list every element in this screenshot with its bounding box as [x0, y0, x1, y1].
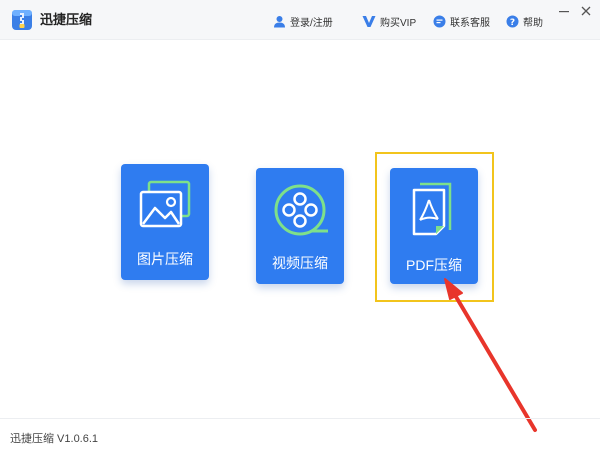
minimize-icon[interactable]	[556, 3, 572, 19]
help-label: 帮助	[523, 17, 543, 29]
contact-service-link[interactable]: 联系客服	[433, 13, 490, 29]
login-register-label: 登录/注册	[290, 17, 333, 29]
buy-vip-link[interactable]: 购买VIP	[362, 13, 416, 29]
close-icon[interactable]	[578, 3, 594, 19]
buy-vip-label: 购买VIP	[380, 17, 417, 29]
image-icon	[139, 180, 191, 228]
film-reel-icon	[274, 184, 328, 236]
user-icon	[274, 15, 285, 27]
image-compress-label: 图片压缩	[137, 251, 193, 267]
pdf-compress-card[interactable]: PDF压缩	[390, 168, 478, 284]
login-register-link[interactable]: 登录/注册	[273, 13, 333, 29]
app-window: 迅捷压缩 登录/注册 购买VIP 联系客服 ? 帮助 图片压缩 视频压缩 PDF…	[0, 0, 600, 459]
chat-bubble-icon	[433, 15, 446, 27]
help-link[interactable]: ? 帮助	[506, 13, 543, 29]
app-title: 迅捷压缩	[40, 12, 93, 27]
contact-service-label: 联系客服	[450, 17, 490, 29]
version-label: 迅捷压缩 V1.0.6.1	[10, 433, 99, 445]
vip-v-icon	[362, 15, 376, 27]
svg-text:?: ?	[510, 18, 515, 28]
pdf-file-icon	[412, 182, 452, 236]
help-question-icon: ?	[506, 15, 519, 28]
app-logo-icon	[12, 10, 32, 30]
title-bar: 迅捷压缩 登录/注册 购买VIP 联系客服 ? 帮助	[0, 0, 600, 40]
image-compress-card[interactable]: 图片压缩	[121, 164, 209, 280]
video-compress-card[interactable]: 视频压缩	[256, 168, 344, 284]
pdf-compress-label: PDF压缩	[406, 257, 462, 273]
video-compress-label: 视频压缩	[272, 255, 328, 271]
